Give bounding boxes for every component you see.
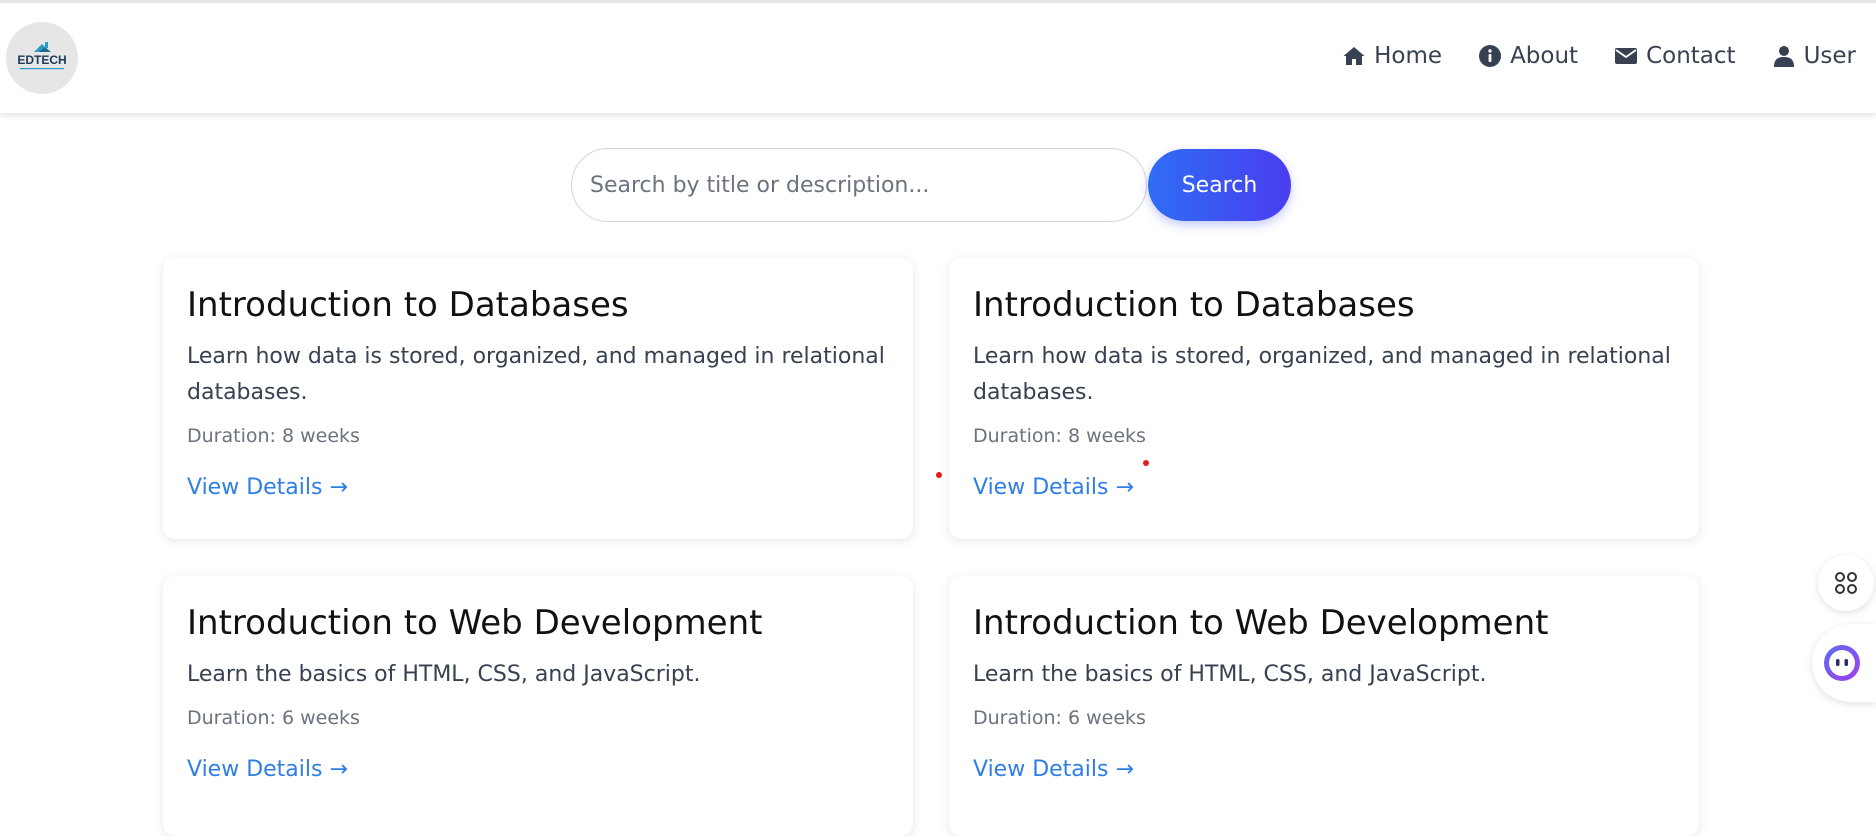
user-icon bbox=[1773, 46, 1794, 67]
course-description: Learn how data is stored, organized, and… bbox=[187, 344, 885, 406]
course-card: Introduction to Web Development Learn th… bbox=[163, 576, 913, 836]
course-description: Learn the basics of HTML, CSS, and JavaS… bbox=[187, 662, 701, 688]
nav-contact[interactable]: Contact bbox=[1614, 43, 1736, 69]
course-title: Introduction to Web Development bbox=[973, 603, 1549, 643]
course-description: Learn how data is stored, organized, and… bbox=[973, 344, 1671, 406]
course-description: Learn the basics of HTML, CSS, and JavaS… bbox=[973, 662, 1487, 688]
cursor-dot bbox=[1143, 460, 1149, 466]
apps-widget-button[interactable] bbox=[1818, 555, 1874, 611]
svg-text:EDTECH: EDTECH bbox=[17, 53, 66, 67]
search-bar: Search bbox=[571, 148, 1291, 222]
logo-image: EDTECH bbox=[6, 22, 78, 94]
envelope-icon bbox=[1615, 48, 1638, 64]
navbar: EDTECH Home About Contact User bbox=[0, 3, 1876, 113]
course-title: Introduction to Web Development bbox=[187, 603, 763, 643]
course-duration: Duration: 8 weeks bbox=[187, 425, 360, 448]
nav-contact-label: Contact bbox=[1646, 43, 1736, 69]
assistant-bot-icon bbox=[1824, 645, 1860, 681]
main-nav: Home About Contact User bbox=[1342, 43, 1856, 69]
nav-user[interactable]: User bbox=[1772, 43, 1856, 69]
course-card: Introduction to Databases Learn how data… bbox=[949, 258, 1699, 539]
view-details-link[interactable]: View Details → bbox=[187, 475, 348, 500]
view-details-link[interactable]: View Details → bbox=[187, 757, 348, 782]
course-title: Introduction to Databases bbox=[187, 285, 629, 325]
search-button[interactable]: Search bbox=[1148, 149, 1291, 221]
view-details-link[interactable]: View Details → bbox=[973, 475, 1134, 500]
assistant-widget-button[interactable] bbox=[1812, 624, 1876, 702]
nav-home-label: Home bbox=[1374, 43, 1443, 69]
nav-about-label: About bbox=[1510, 43, 1579, 69]
course-card: Introduction to Databases Learn how data… bbox=[163, 258, 913, 539]
course-duration: Duration: 6 weeks bbox=[187, 707, 360, 730]
view-details-link[interactable]: View Details → bbox=[973, 757, 1134, 782]
nav-home[interactable]: Home bbox=[1342, 43, 1442, 69]
cursor-dot bbox=[936, 472, 942, 478]
site-logo[interactable]: EDTECH bbox=[6, 22, 78, 94]
apps-grid-icon bbox=[1835, 572, 1857, 594]
search-input[interactable] bbox=[571, 148, 1147, 222]
nav-about[interactable]: About bbox=[1478, 43, 1578, 69]
course-duration: Duration: 8 weeks bbox=[973, 425, 1146, 448]
course-title: Introduction to Databases bbox=[973, 285, 1415, 325]
course-duration: Duration: 6 weeks bbox=[973, 707, 1146, 730]
info-icon bbox=[1479, 45, 1502, 67]
course-card: Introduction to Web Development Learn th… bbox=[949, 576, 1699, 836]
home-icon bbox=[1343, 47, 1365, 65]
nav-user-label: User bbox=[1803, 43, 1856, 69]
